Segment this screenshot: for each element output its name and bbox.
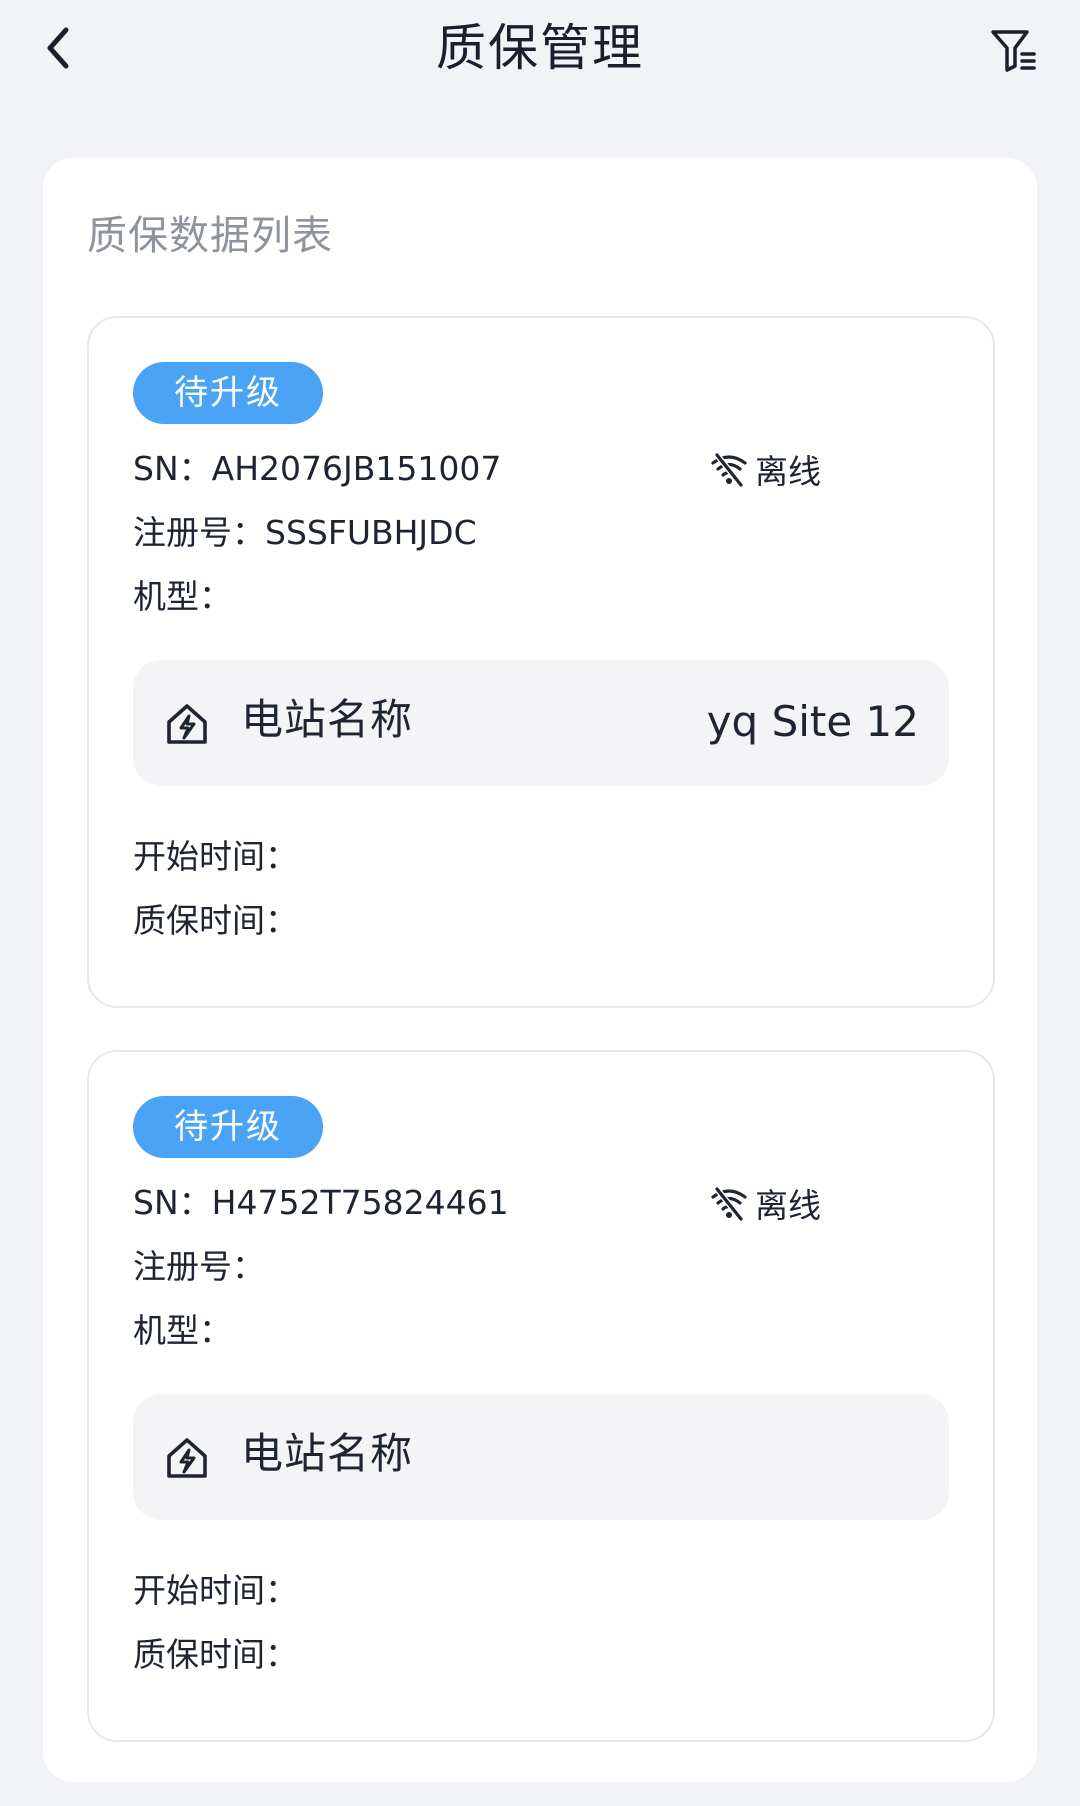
- wifi-off-icon: [709, 1183, 749, 1223]
- back-button[interactable]: [36, 18, 80, 78]
- model-row: 机型：: [133, 574, 232, 620]
- top-bar: 质保管理: [0, 0, 1080, 100]
- power-station-icon: [167, 1438, 207, 1478]
- warranty-time-row: 质保时间：: [133, 898, 298, 944]
- chevron-left-icon: [47, 27, 69, 69]
- warranty-time-row: 质保时间：: [133, 1632, 298, 1678]
- filter-list-icon: [991, 30, 1036, 72]
- sn-row: SN：AH2076JB151007: [133, 446, 501, 492]
- filter-button[interactable]: [978, 18, 1048, 82]
- registration-value: SSSFUBHJDC: [265, 513, 477, 552]
- status-badge: 待升级: [133, 362, 323, 424]
- start-time-label: 开始时间：: [133, 1571, 298, 1610]
- warranty-time-label: 质保时间：: [133, 1635, 298, 1674]
- station-name-label: 电站名称: [241, 695, 414, 744]
- connection-label: 离线: [755, 452, 821, 491]
- connection-status: 离线: [709, 1180, 821, 1226]
- start-time-label: 开始时间：: [133, 837, 298, 876]
- station-name-label: 电站名称: [241, 1429, 414, 1478]
- warranty-card[interactable]: 待升级 SN：AH2076JB151007 离线 注册号：SSSFUBHJDC …: [87, 316, 995, 1008]
- registration-label: 注册号：: [133, 513, 265, 552]
- wifi-off-icon: [709, 449, 749, 489]
- status-badge: 待升级: [133, 1096, 323, 1158]
- sn-row: SN：H4752T75824461: [133, 1180, 509, 1226]
- sn-label: SN：: [133, 1183, 212, 1222]
- registration-row: 注册号：SSSFUBHJDC: [133, 510, 477, 556]
- connection-label: 离线: [755, 1186, 821, 1225]
- sn-value: AH2076JB151007: [211, 449, 502, 488]
- station-name-value: yq Site 12: [706, 697, 919, 746]
- station-info[interactable]: 电站名称: [133, 1394, 949, 1520]
- warranty-time-label: 质保时间：: [133, 901, 298, 940]
- registration-label: 注册号：: [133, 1247, 265, 1286]
- model-label: 机型：: [133, 577, 232, 616]
- sn-value: H4752T75824461: [211, 1183, 509, 1222]
- connection-status: 离线: [709, 446, 821, 492]
- page-title: 质保管理: [436, 19, 644, 77]
- power-station-icon: [167, 704, 207, 744]
- warranty-list-panel: 质保数据列表 待升级 SN：AH2076JB151007 离线 注册号：SSSF…: [43, 158, 1037, 1782]
- model-label: 机型：: [133, 1311, 232, 1350]
- station-info[interactable]: 电站名称 yq Site 12: [133, 660, 949, 786]
- model-row: 机型：: [133, 1308, 232, 1354]
- registration-row: 注册号：: [133, 1244, 265, 1290]
- list-title: 质保数据列表: [87, 213, 333, 259]
- warranty-card[interactable]: 待升级 SN：H4752T75824461 离线 注册号： 机型： 电站名称 开…: [87, 1050, 995, 1742]
- start-time-row: 开始时间：: [133, 1568, 298, 1614]
- start-time-row: 开始时间：: [133, 834, 298, 880]
- sn-label: SN：: [133, 449, 212, 488]
